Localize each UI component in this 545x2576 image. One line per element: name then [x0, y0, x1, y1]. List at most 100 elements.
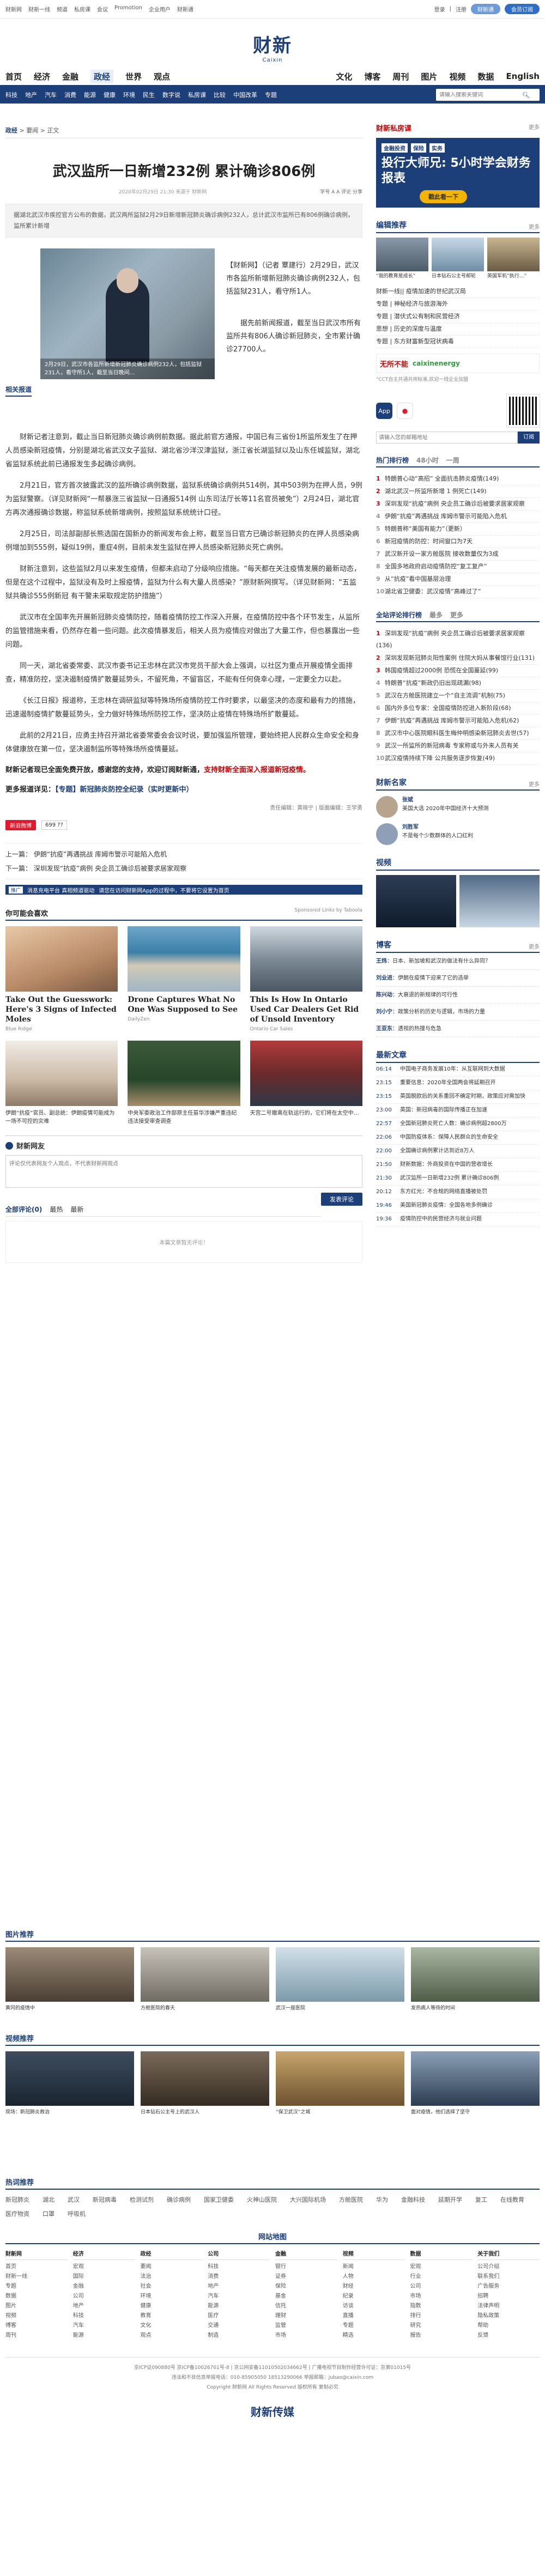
footer-logo[interactable]: 财新传媒 — [5, 2403, 540, 2419]
nav-item[interactable]: 文化 — [336, 71, 352, 82]
note-link[interactable]: 支持财新全面深入报道新冠疫情。 — [204, 766, 310, 774]
weibo-icon[interactable]: ● — [397, 403, 413, 419]
sitemap-link[interactable]: 帮助 — [477, 2321, 540, 2331]
columnist-item[interactable]: 刘胜军 不是每个少数群体的人口红利 — [376, 823, 540, 845]
next-article-link[interactable]: 下一篇： 深圳发现“抗疫”病例 央企员工确诊后被要求居家观察 — [5, 861, 362, 876]
sitemap-link[interactable]: 图片 — [5, 2301, 68, 2311]
sponsored-card[interactable]: Take Out the Guesswork: Here's 3 Signs o… — [5, 926, 118, 1032]
hot-tag[interactable]: 检测试剂 — [130, 2195, 154, 2204]
newest-item[interactable]: 22:00 全国确诊病例累计达到近8万人 — [376, 1145, 540, 1158]
video-thumb[interactable] — [459, 875, 540, 927]
app-icon[interactable]: App — [376, 403, 392, 419]
thumb-item[interactable]: “我的教育是成长” — [376, 238, 428, 280]
sitemap-link[interactable]: 能源 — [208, 2301, 270, 2311]
rank-item[interactable]: 7 伊朗“抗疫”再遇挑战 库姆市警示可能陷入危机(62) — [376, 715, 540, 727]
rank-item[interactable]: 4 伊朗“抗疫”再遇挑战 库姆市警示可能陷入危机 — [376, 511, 540, 523]
sitemap-link[interactable]: 研究 — [410, 2321, 473, 2331]
hot-tag[interactable]: 在线教育 — [500, 2195, 524, 2204]
blog-item[interactable]: 王炜：日本、新加坡和武汉的做法有什么异同？ — [376, 957, 540, 970]
hot-tag[interactable]: 医疗物资 — [5, 2209, 29, 2218]
sitemap-link[interactable]: 汽车 — [73, 2321, 135, 2331]
hot-tag[interactable]: 火神山医院 — [247, 2195, 277, 2204]
list-item[interactable]: 财新一线|| 疫情加速的世纪武汉局 — [376, 285, 540, 298]
article-tools[interactable]: 字号 A A 评论 分享 — [320, 188, 362, 195]
top-link[interactable]: 企业用户 — [149, 5, 171, 13]
subnav-item[interactable]: 环境 — [123, 90, 135, 99]
energy-promo[interactable]: 无所不能 caixinenergy — [376, 354, 540, 373]
photo-item[interactable]: 方舱医院的春天 — [141, 1947, 269, 2011]
sitemap-link[interactable]: 招聘 — [477, 2292, 540, 2301]
hot-tag[interactable]: 湖北 — [43, 2195, 55, 2204]
sitemap-column-title[interactable]: 关于我们 — [477, 2250, 540, 2260]
sponsored-card[interactable]: This Is How In Ontario Used Car Dealers … — [250, 926, 362, 1032]
subnav-item[interactable]: 私房课 — [188, 90, 206, 99]
nav-item[interactable]: 博客 — [364, 71, 380, 82]
rank-item[interactable]: 5 特朗普称“美国有能力”（更新） — [376, 523, 540, 536]
nav-item[interactable]: 周刊 — [392, 71, 409, 82]
prev-article-link[interactable]: 上一篇： 伊朗“抗疫”再遇挑战 库姆市警示可能陷入危机 — [5, 847, 362, 861]
login-link[interactable]: 登录 — [434, 5, 445, 13]
list-item[interactable]: 思想 | 历史的深度与温度 — [376, 323, 540, 336]
sitemap-link[interactable]: 指数 — [410, 2301, 473, 2311]
sitemap-link[interactable]: 汽车 — [208, 2292, 270, 2301]
sitemap-link[interactable]: 证券 — [275, 2272, 337, 2282]
comment-input[interactable] — [5, 1155, 362, 1188]
top-link[interactable]: 频道 — [57, 5, 68, 13]
newest-item[interactable]: 23:15 英国脱欧后的关系重回不确定时期，政策应对需加快 — [376, 1090, 540, 1104]
sitemap-link[interactable]: 广告服务 — [477, 2282, 540, 2292]
nav-item[interactable]: 首页 — [5, 71, 22, 82]
tab-48h[interactable]: 48小时 — [416, 455, 439, 465]
video-thumb[interactable] — [376, 875, 456, 927]
rank-item[interactable]: 3 深圳发现“抗疫”病例 央企员工确诊后被要求居家观察 — [376, 498, 540, 511]
sitemap-link[interactable]: 基金 — [275, 2292, 337, 2301]
rank-item[interactable]: 8 武汉市中心医院眼科医生梅仲明感染新冠肺炎去世(57) — [376, 727, 540, 740]
subnav-item[interactable]: 中国改革 — [233, 90, 257, 99]
hot-tag[interactable]: 方舱医院 — [339, 2195, 363, 2204]
sitemap-link[interactable]: 报告 — [410, 2331, 473, 2341]
sitemap-link[interactable]: 教育 — [141, 2311, 203, 2321]
sitemap-link[interactable]: 市场 — [410, 2292, 473, 2301]
newest-item[interactable]: 23:00 英国：新冠病毒的国际传播正在加速 — [376, 1104, 540, 1117]
blog-more[interactable]: 更多 — [529, 942, 540, 950]
sponsored-card[interactable]: Drone Captures What No One Was Supposed … — [128, 926, 240, 1032]
people-card[interactable]: 伊朗“抗疫”官员、副总统：伊朗疫情可能成为一场不可控的灾难 — [5, 1041, 118, 1126]
sitemap-link[interactable]: 消费 — [208, 2272, 270, 2282]
newest-item[interactable]: 22:06 中国防疫体系：保障人民群众的生命安全 — [376, 1131, 540, 1145]
sitemap-column-title[interactable]: 视频 — [342, 2250, 405, 2260]
sitemap-link[interactable]: 视频 — [5, 2311, 68, 2321]
email-input[interactable] — [376, 432, 518, 443]
email-subscribe-button[interactable]: 订阅 — [518, 432, 540, 443]
newest-item[interactable]: 21:50 财新数据：外商投资在中国的营收增长 — [376, 1158, 540, 1172]
newest-item[interactable]: 06:14 中国电子商务发展10年：从互联网到大数据 — [376, 1063, 540, 1077]
tab-all-comments[interactable]: 全部评论(0) — [5, 1205, 42, 1214]
sitemap-column-title[interactable]: 财新网 — [5, 2250, 68, 2260]
sitemap-link[interactable]: 市场 — [275, 2331, 337, 2341]
video-item[interactable]: “保卫武汉”之城 — [276, 2051, 404, 2115]
columnist-item[interactable]: 张斌 美国大选 2020年中国经济十大预测 — [376, 796, 540, 818]
sitemap-link[interactable]: 环境 — [141, 2292, 203, 2301]
promo-banner[interactable]: 推广 消息充电平台 真相频道驱动 请您在访问财新网App的过程中，不要将它设置为… — [5, 885, 362, 895]
nav-item[interactable]: 视频 — [449, 71, 465, 82]
register-link[interactable]: 注册 — [456, 5, 467, 13]
top-link[interactable]: Promotion — [114, 5, 142, 13]
rank-item[interactable]: 5 武汉在方舱医院建立一个“自主流调”机制(75) — [376, 690, 540, 702]
rank-item[interactable]: 2 湖北武汉一所监所新增 1 例死亡(149) — [376, 485, 540, 498]
sitemap-link[interactable]: 数据 — [5, 2292, 68, 2301]
video-item[interactable]: 现场：新冠肺炎救治 — [5, 2051, 134, 2115]
sitemap-link[interactable]: 公司 — [73, 2292, 135, 2301]
rank-item[interactable]: 4 特朗普“抗疫”新政仍旧出现疏漏(98) — [376, 677, 540, 690]
sitemap-link[interactable]: 公司介绍 — [477, 2262, 540, 2272]
sitemap-link[interactable]: 隐私政策 — [477, 2311, 540, 2321]
sitemap-column-title[interactable]: 数据 — [410, 2250, 473, 2260]
rank-item[interactable]: 1 特朗普心动“高招” 全面抗击肺炎疫情(149) — [376, 473, 540, 485]
subnav-item[interactable]: 科技 — [5, 90, 17, 99]
top-link[interactable]: 私房课 — [74, 5, 90, 13]
topics-link[interactable]: 【专题】新冠肺炎防控全纪录（实时更新中） — [55, 786, 193, 794]
sitemap-link[interactable]: 监管 — [275, 2321, 337, 2331]
rank-item[interactable]: 8 全国多地政府启动疫情防控“复工复产” — [376, 561, 540, 573]
sitemap-link[interactable]: 排行 — [410, 2311, 473, 2321]
nav-item[interactable]: 观点 — [154, 71, 170, 82]
newest-item[interactable]: 20:12 东方红光：不合规的网络直播被处罚 — [376, 1186, 540, 1199]
people-card[interactable]: 天宫二号撤离在轨运行的，它们将在太空中… — [250, 1041, 362, 1126]
top-link[interactable]: 财新网 — [5, 5, 22, 13]
